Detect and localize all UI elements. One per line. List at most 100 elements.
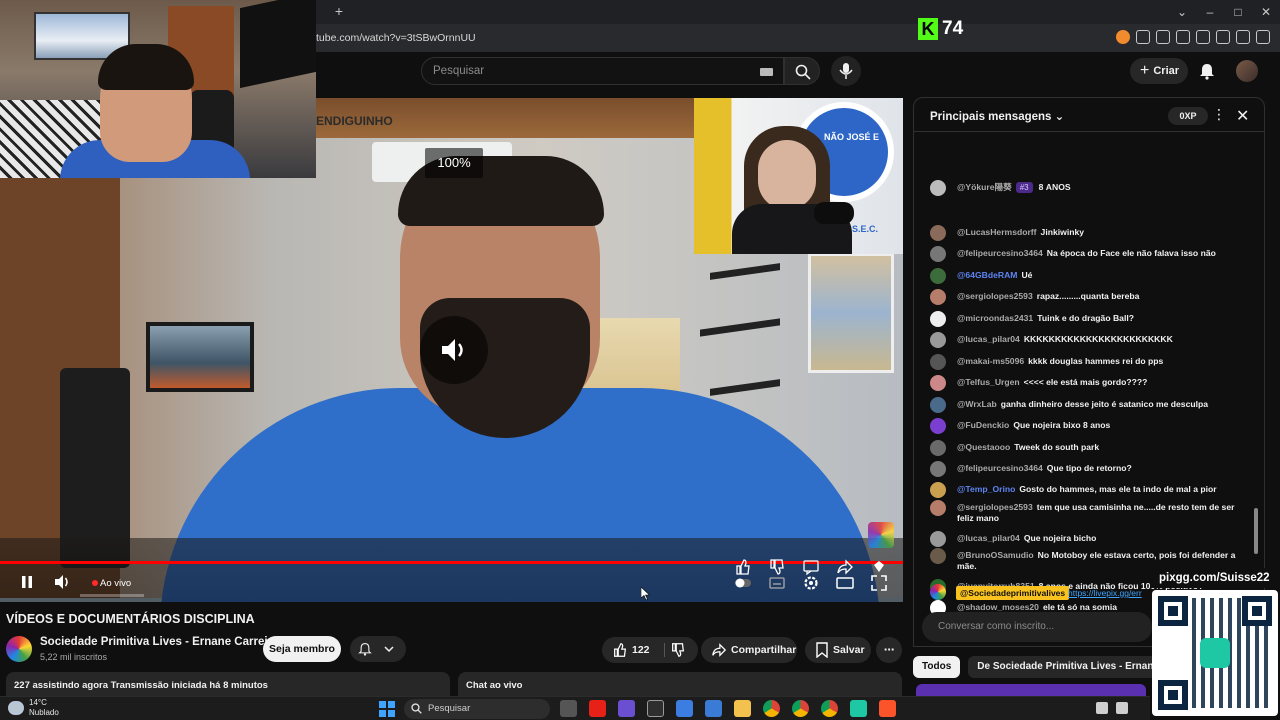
- search-button[interactable]: [784, 57, 820, 85]
- chat-author-avatar[interactable]: [930, 461, 946, 477]
- account-avatar[interactable]: [1236, 60, 1258, 82]
- chat-author-name[interactable]: @Yökure陽葵: [957, 182, 1012, 192]
- extension-puzzle-icon[interactable]: [1136, 30, 1150, 44]
- close-window-icon[interactable]: ✕: [1252, 0, 1280, 24]
- volume-icon[interactable]: [53, 574, 71, 590]
- minimize-icon[interactable]: –: [1196, 0, 1224, 24]
- share-button[interactable]: Compartilhar: [701, 637, 797, 663]
- chat-input[interactable]: Conversar como inscrito...: [922, 612, 1152, 642]
- chat-author-avatar[interactable]: [930, 500, 946, 516]
- pinned-message[interactable]: @Sociedadeprimitivalives https://livepix…: [930, 584, 1150, 602]
- live-label[interactable]: Ao vivo: [100, 578, 131, 589]
- close-chat-icon[interactable]: ✕: [1236, 106, 1249, 126]
- chat-author-avatar[interactable]: [930, 246, 946, 262]
- like-count[interactable]: 122: [632, 637, 650, 663]
- autoplay-toggle-icon[interactable]: [734, 574, 752, 592]
- notes-app-icon[interactable]: [676, 700, 693, 717]
- tray-network-icon[interactable]: [1116, 702, 1128, 714]
- brave-shield-icon[interactable]: [1116, 30, 1130, 44]
- settings-gear-icon[interactable]: [802, 574, 820, 592]
- chat-author-avatar[interactable]: [930, 548, 946, 564]
- chat-author-avatar[interactable]: [930, 354, 946, 370]
- chat-author-name[interactable]: @shadow_moses20: [957, 602, 1039, 612]
- chat-author-name[interactable]: @felipeurcesino3464: [957, 248, 1043, 258]
- chat-author-avatar[interactable]: [930, 440, 946, 456]
- chat-more-icon[interactable]: ⋮: [1212, 106, 1226, 123]
- create-button[interactable]: + Criar: [1130, 58, 1188, 84]
- url-text[interactable]: tube.com/watch?v=3tSBwOrnnUU: [316, 32, 476, 44]
- chat-author-avatar[interactable]: [930, 180, 946, 196]
- chat-author-name[interactable]: @Temp_Orino: [957, 484, 1015, 494]
- chat-author-avatar[interactable]: [930, 482, 946, 498]
- file-explorer-icon[interactable]: [734, 700, 751, 717]
- chat-author-name[interactable]: @64GBdeRAM: [957, 270, 1017, 280]
- search-input[interactable]: Pesquisar: [421, 57, 784, 85]
- chat-author-name[interactable]: @LucasHermsdorff: [957, 227, 1037, 237]
- join-member-button[interactable]: Seja membro: [263, 636, 341, 662]
- chat-author-avatar[interactable]: [930, 289, 946, 305]
- maximize-icon[interactable]: □: [1224, 0, 1252, 24]
- chat-author-name[interactable]: @Questaooo: [957, 442, 1010, 452]
- vpn-icon[interactable]: [1236, 30, 1250, 44]
- task-view-icon[interactable]: [560, 700, 577, 717]
- channel-name[interactable]: Sociedade Primitiva Lives - Ernane Carre…: [40, 636, 278, 648]
- chat-author-avatar[interactable]: [930, 225, 946, 241]
- chat-author-avatar[interactable]: [930, 397, 946, 413]
- dislike-icon[interactable]: [670, 642, 686, 658]
- like-icon[interactable]: [612, 642, 628, 658]
- subtitles-icon[interactable]: [768, 574, 786, 592]
- chat-author-name[interactable]: @makai-ms5096: [957, 356, 1024, 366]
- chat-author-avatar[interactable]: [930, 531, 946, 547]
- xbox-icon[interactable]: [647, 700, 664, 717]
- chat-author-avatar[interactable]: [930, 375, 946, 391]
- subscription-bell-button[interactable]: [350, 636, 406, 662]
- weather-temperature[interactable]: 14°C: [29, 698, 47, 707]
- windows-start-icon[interactable]: [379, 701, 395, 717]
- pause-icon[interactable]: [20, 574, 34, 590]
- new-tab-button[interactable]: +: [332, 3, 346, 19]
- chat-author-name[interactable]: @lucas_pilar04: [957, 334, 1020, 344]
- chrome-profile-icon[interactable]: [792, 700, 809, 717]
- chat-mode-dropdown[interactable]: Principais mensagens ⌄: [930, 109, 1064, 123]
- tray-chevron-icon[interactable]: [1096, 702, 1108, 714]
- cloud-icon[interactable]: [8, 701, 24, 715]
- chat-author-name[interactable]: @Telfus_Urgen: [957, 377, 1020, 387]
- live-chat-toggle[interactable]: Chat ao vivo: [458, 672, 902, 698]
- chat-author-avatar[interactable]: [930, 332, 946, 348]
- reader-icon[interactable]: [1216, 30, 1230, 44]
- media-icon[interactable]: [1156, 30, 1170, 44]
- weather-description[interactable]: Nublado: [29, 708, 59, 717]
- brave-icon[interactable]: [879, 700, 896, 717]
- youtube-app-icon[interactable]: [589, 700, 606, 717]
- chat-author-name[interactable]: @BrunoOSamudio: [957, 550, 1034, 560]
- chat-author-avatar[interactable]: [930, 418, 946, 434]
- xp-badge[interactable]: 0XP: [1168, 107, 1208, 125]
- chrome-profile2-icon[interactable]: [821, 700, 838, 717]
- voice-search-button[interactable]: [831, 56, 861, 86]
- sidebar-icon[interactable]: [1176, 30, 1190, 44]
- chip-all[interactable]: Todos: [913, 656, 961, 678]
- pinned-link[interactable]: https://livepix.gg/err: [1068, 588, 1142, 598]
- tab-search-icon[interactable]: ⌄: [1168, 0, 1196, 24]
- vpn-app-icon[interactable]: [618, 700, 635, 717]
- chat-author-avatar[interactable]: [930, 268, 946, 284]
- notifications-bell-icon[interactable]: [1198, 62, 1216, 80]
- chrome-icon[interactable]: [763, 700, 780, 717]
- taskbar-search[interactable]: Pesquisar: [404, 699, 550, 719]
- store-icon[interactable]: [705, 700, 722, 717]
- wallet-icon[interactable]: [1196, 30, 1210, 44]
- chat-scrollbar[interactable]: [1254, 508, 1258, 554]
- terminal-app-icon[interactable]: [850, 700, 867, 717]
- chat-author-name[interactable]: @microondas2431: [957, 313, 1033, 323]
- keyboard-icon[interactable]: [760, 68, 773, 76]
- channel-avatar[interactable]: [6, 636, 32, 662]
- chat-author-name[interactable]: @WrxLab: [957, 399, 997, 409]
- menu-icon[interactable]: [1256, 30, 1270, 44]
- volume-slider[interactable]: [80, 594, 144, 597]
- chat-author-name[interactable]: @sergiolopes2593: [957, 291, 1033, 301]
- chat-author-name[interactable]: @felipeurcesino3464: [957, 463, 1043, 473]
- chat-author-avatar[interactable]: [930, 311, 946, 327]
- chat-author-name[interactable]: @sergiolopes2593: [957, 502, 1033, 512]
- save-button[interactable]: Salvar: [805, 637, 871, 663]
- theater-mode-icon[interactable]: [836, 574, 854, 592]
